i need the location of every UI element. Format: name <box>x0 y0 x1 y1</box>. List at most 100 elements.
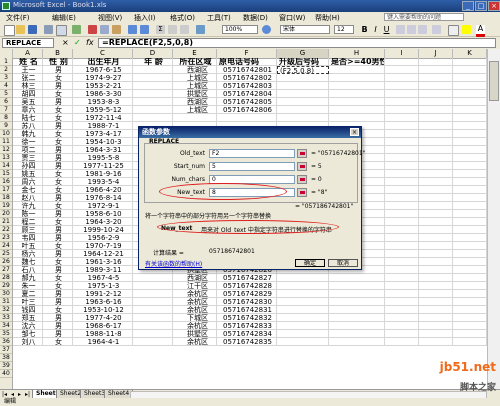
column-title-cell[interactable] <box>385 58 419 66</box>
vertical-scrollbar[interactable] <box>487 49 500 389</box>
table-cell[interactable] <box>419 266 453 274</box>
row-header[interactable]: 25 <box>0 250 12 258</box>
table-cell[interactable] <box>453 234 487 242</box>
ok-button[interactable]: 确定 <box>295 259 325 267</box>
autosum-icon[interactable]: Σ <box>156 25 165 34</box>
table-cell[interactable] <box>385 114 419 122</box>
table-cell[interactable] <box>419 226 453 234</box>
table-cell[interactable] <box>277 298 329 306</box>
table-cell[interactable] <box>385 226 419 234</box>
table-cell[interactable] <box>385 178 419 186</box>
table-cell[interactable] <box>329 274 385 282</box>
table-cell[interactable]: 女 <box>43 306 73 314</box>
borders-icon[interactable] <box>448 25 459 36</box>
table-cell[interactable]: 王一 <box>13 66 43 74</box>
table-cell[interactable] <box>453 258 487 266</box>
table-cell[interactable] <box>385 106 419 114</box>
arg-input[interactable]: F2 <box>209 149 295 158</box>
table-cell[interactable] <box>385 122 419 130</box>
table-cell[interactable]: 05716742806 <box>217 106 277 114</box>
collapse-dialog-icon[interactable] <box>297 162 307 171</box>
table-cell[interactable] <box>329 106 385 114</box>
table-cell[interactable]: 余杭区 <box>173 306 217 314</box>
column-title-cell[interactable]: 性 别 <box>43 58 73 66</box>
table-cell[interactable]: 男 <box>43 66 73 74</box>
table-cell[interactable] <box>385 210 419 218</box>
table-cell[interactable]: 夏二 <box>13 290 43 298</box>
table-cell[interactable] <box>133 322 173 330</box>
table-cell[interactable]: 苏八 <box>13 122 43 130</box>
table-cell[interactable]: 1977-4-20 <box>73 314 133 322</box>
table-cell[interactable] <box>419 282 453 290</box>
table-cell[interactable]: 1991-2-12 <box>73 290 133 298</box>
table-cell[interactable] <box>419 138 453 146</box>
table-cell[interactable]: 男 <box>43 162 73 170</box>
table-cell[interactable] <box>329 338 385 346</box>
table-cell[interactable]: 1970-7-19 <box>73 242 133 250</box>
enter-edit-icon[interactable]: ✓ <box>74 38 81 47</box>
collapse-dialog-icon[interactable] <box>297 175 307 184</box>
table-cell[interactable] <box>329 330 385 338</box>
chart-wizard-icon[interactable] <box>196 25 205 34</box>
table-cell[interactable]: 江干区 <box>173 282 217 290</box>
table-cell[interactable] <box>133 298 173 306</box>
column-title-cell[interactable]: 姓 名 <box>13 58 43 66</box>
table-cell[interactable]: 1975-1-3 <box>73 282 133 290</box>
table-cell[interactable] <box>133 90 173 98</box>
row-header[interactable]: 3 <box>0 74 12 82</box>
column-header-f[interactable]: F <box>217 49 277 58</box>
table-cell[interactable] <box>453 282 487 290</box>
row-header[interactable]: 1 <box>0 58 12 66</box>
underline-icon[interactable]: U <box>382 25 391 34</box>
open-icon[interactable] <box>16 25 25 34</box>
menu-file[interactable]: 文件(F) <box>6 13 30 23</box>
table-cell[interactable]: 1981-9-16 <box>73 170 133 178</box>
table-cell[interactable]: 项二 <box>13 146 43 154</box>
table-cell[interactable]: 刘八 <box>13 338 43 346</box>
table-cell[interactable]: 男 <box>43 226 73 234</box>
table-cell[interactable]: 张二 <box>13 74 43 82</box>
row-header[interactable]: 2 <box>0 66 12 74</box>
menu-view[interactable]: 视图(V) <box>98 13 122 23</box>
column-header-e[interactable]: E <box>173 49 217 58</box>
table-cell[interactable]: 石八 <box>13 266 43 274</box>
table-cell[interactable] <box>133 306 173 314</box>
table-cell[interactable]: 叶三 <box>13 298 43 306</box>
row-header[interactable]: 7 <box>0 106 12 114</box>
table-cell[interactable] <box>385 282 419 290</box>
table-cell[interactable] <box>419 154 453 162</box>
table-cell[interactable]: 程二 <box>13 218 43 226</box>
table-cell[interactable] <box>133 82 173 90</box>
table-cell[interactable]: 1954-10-3 <box>73 138 133 146</box>
table-cell[interactable]: 1972-11-4 <box>73 114 133 122</box>
name-box[interactable]: REPLACE <box>2 38 54 48</box>
table-cell[interactable] <box>329 306 385 314</box>
font-color-icon[interactable]: A <box>476 25 485 37</box>
table-cell[interactable] <box>419 194 453 202</box>
column-title-cell[interactable]: 所在区域 <box>173 58 217 66</box>
table-cell[interactable]: 孙四 <box>13 162 43 170</box>
table-cell[interactable] <box>453 178 487 186</box>
table-cell[interactable]: 05716742835 <box>217 338 277 346</box>
table-cell[interactable]: 1988-11-8 <box>73 330 133 338</box>
table-cell[interactable] <box>133 282 173 290</box>
collapse-dialog-icon[interactable] <box>297 149 307 158</box>
table-cell[interactable]: 05716742832 <box>217 314 277 322</box>
table-cell[interactable] <box>453 162 487 170</box>
table-cell[interactable] <box>385 290 419 298</box>
table-cell[interactable] <box>133 114 173 122</box>
table-cell[interactable]: 1964-3-31 <box>73 146 133 154</box>
spelling-icon[interactable] <box>72 25 81 34</box>
table-cell[interactable]: 郝九 <box>13 274 43 282</box>
table-cell[interactable] <box>385 162 419 170</box>
table-cell[interactable]: 女 <box>43 74 73 82</box>
table-cell[interactable] <box>277 290 329 298</box>
collapse-dialog-icon[interactable] <box>297 188 307 197</box>
table-cell[interactable]: 05716742805 <box>217 98 277 106</box>
table-cell[interactable]: 余杭区 <box>173 298 217 306</box>
row-header[interactable]: 9 <box>0 122 12 130</box>
table-cell[interactable]: 周六 <box>13 178 43 186</box>
table-cell[interactable]: 徐一 <box>13 138 43 146</box>
table-cell[interactable]: 韩九 <box>13 130 43 138</box>
table-cell[interactable] <box>453 146 487 154</box>
